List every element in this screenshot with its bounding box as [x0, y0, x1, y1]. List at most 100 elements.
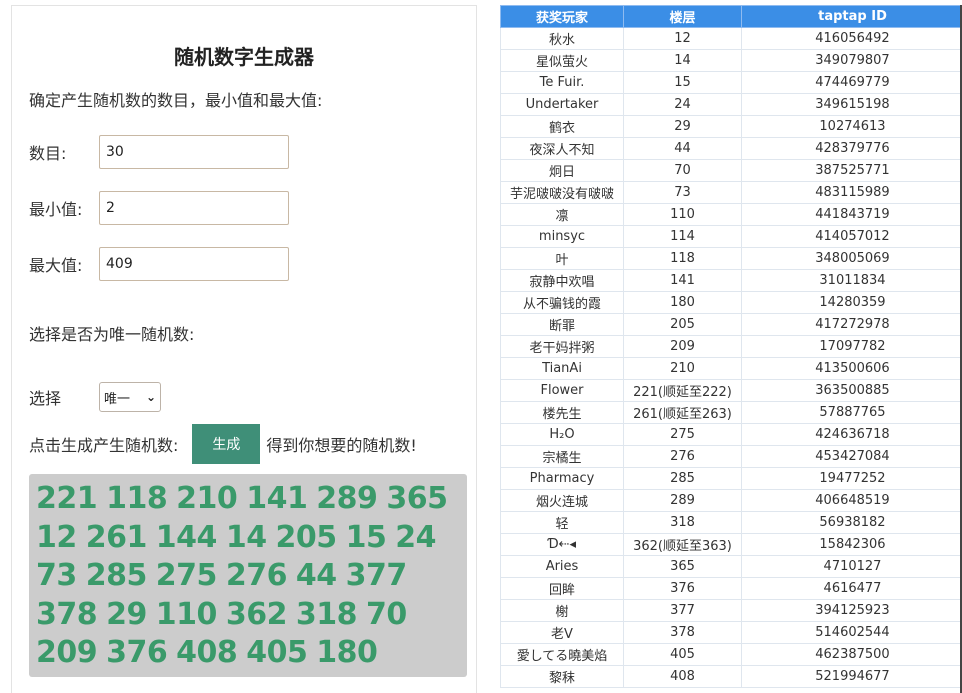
min-input[interactable] — [99, 191, 289, 225]
cell-taptap-id: 349615198 — [741, 93, 962, 116]
unique-select[interactable]: 唯一 ⌄ — [99, 382, 161, 412]
cell-taptap-id: 19477252 — [741, 467, 962, 490]
cell-floor: 24 — [623, 93, 742, 116]
cell-floor: 261(顺延至263) — [623, 401, 742, 424]
cell-taptap-id: 15842306 — [741, 533, 962, 556]
generate-button[interactable]: 生成 — [192, 424, 261, 464]
cell-taptap-id: 416056492 — [741, 27, 962, 50]
cell-player: 烟火连城 — [500, 489, 624, 512]
result-box: 221 118 210 141 289 365 12 261 144 14 20… — [29, 474, 467, 677]
table-row: 老干妈拌粥 209 17097782 — [500, 335, 962, 358]
winners-table: 获奖玩家 楼层 taptap ID 秋水 12 416056492 星似萤火 14 349… — [500, 5, 962, 688]
cell-player: 回眸 — [500, 577, 624, 600]
cell-floor: 70 — [623, 159, 742, 182]
table-row: Pharmacy 285 19477252 — [500, 467, 962, 490]
max-input[interactable] — [99, 247, 289, 281]
cell-floor: 285 — [623, 467, 742, 490]
table-row: 凛 110 441843719 — [500, 203, 962, 226]
table-row: 烟火连城 289 406648519 — [500, 489, 962, 512]
cell-floor: 180 — [623, 291, 742, 314]
cell-player: Flower — [500, 379, 624, 402]
table-row: 星似萤火 14 349079807 — [500, 49, 962, 72]
cell-floor: 73 — [623, 181, 742, 204]
table-row: TianAi 210 413500606 — [500, 357, 962, 380]
cell-taptap-id: 17097782 — [741, 335, 962, 358]
table-row: 回眸 376 4616477 — [500, 577, 962, 600]
cell-floor: 15 — [623, 71, 742, 94]
header-taptap-id: taptap ID — [741, 5, 962, 28]
cell-floor: 209 — [623, 335, 742, 358]
cell-taptap-id: 414057012 — [741, 225, 962, 248]
count-input[interactable] — [99, 135, 289, 169]
cell-floor: 365 — [623, 555, 742, 578]
cell-player: 鹤衣 — [500, 115, 624, 138]
min-row: 最小值: — [29, 191, 289, 225]
table-row: Aries 365 4710127 — [500, 555, 962, 578]
table-row: 愛してる曉美焰 405 462387500 — [500, 643, 962, 666]
table-row: 芋泥啵啵没有啵啵 73 483115989 — [500, 181, 962, 204]
cell-floor: 377 — [623, 599, 742, 622]
table-row: minsyc 114 414057012 — [500, 225, 962, 248]
cell-player: 榭 — [500, 599, 624, 622]
cell-floor: 118 — [623, 247, 742, 270]
cell-player: minsyc — [500, 225, 624, 248]
generator-panel: 随机数字生成器 确定产生随机数的数目，最小值和最大值: 数目: 最小值: 最大值… — [11, 5, 477, 693]
cell-floor: 114 — [623, 225, 742, 248]
cell-taptap-id: 406648519 — [741, 489, 962, 512]
count-label: 数目: — [29, 144, 67, 163]
table-header-row: 获奖玩家 楼层 taptap ID — [500, 5, 962, 28]
table-row: Undertaker 24 349615198 — [500, 93, 962, 116]
select-row: 选择 唯一 ⌄ — [29, 381, 161, 413]
table-row: Ɗ⇠◂ 362(顺延至363) 15842306 — [500, 533, 962, 556]
cell-player: 芋泥啵啵没有啵啵 — [500, 181, 624, 204]
cell-player: 夜深人不知 — [500, 137, 624, 160]
cell-floor: 378 — [623, 621, 742, 644]
generate-prompt: 点击生成产生随机数: — [29, 436, 179, 455]
cell-player: 凛 — [500, 203, 624, 226]
cell-player: TianAi — [500, 357, 624, 380]
table-row: 断罪 205 417272978 — [500, 313, 962, 336]
table-row: H₂O 275 424636718 — [500, 423, 962, 446]
cell-floor: 110 — [623, 203, 742, 226]
cell-floor: 376 — [623, 577, 742, 600]
cell-taptap-id: 31011834 — [741, 269, 962, 292]
cell-taptap-id: 348005069 — [741, 247, 962, 270]
table-row: 寂静中欢唱 141 31011834 — [500, 269, 962, 292]
cell-player: 轻 — [500, 511, 624, 534]
cell-floor: 12 — [623, 27, 742, 50]
cell-taptap-id: 394125923 — [741, 599, 962, 622]
cell-player: 叶 — [500, 247, 624, 270]
cell-taptap-id: 4710127 — [741, 555, 962, 578]
cell-taptap-id: 514602544 — [741, 621, 962, 644]
cell-player: Ɗ⇠◂ — [500, 533, 624, 556]
generate-row: 点击生成产生随机数: 生成 得到你想要的随机数! — [29, 423, 417, 465]
header-player: 获奖玩家 — [500, 5, 624, 28]
cell-floor: 44 — [623, 137, 742, 160]
cell-player: 寂静中欢唱 — [500, 269, 624, 292]
select-label: 选择 — [29, 389, 62, 408]
cell-floor: 408 — [623, 665, 742, 688]
table-row: 轻 318 56938182 — [500, 511, 962, 534]
table-row: 宗橘生 276 453427084 — [500, 445, 962, 468]
generate-hint: 得到你想要的随机数! — [266, 436, 417, 455]
cell-taptap-id: 424636718 — [741, 423, 962, 446]
cell-floor: 29 — [623, 115, 742, 138]
cell-taptap-id: 483115989 — [741, 181, 962, 204]
cell-player: Undertaker — [500, 93, 624, 116]
cell-floor: 275 — [623, 423, 742, 446]
cell-player: 老干妈拌粥 — [500, 335, 624, 358]
result-numbers: 221 118 210 141 289 365 12 261 144 14 20… — [36, 481, 448, 670]
table-row: 从不骗钱的霞 180 14280359 — [500, 291, 962, 314]
table-row: Te Fuir. 15 474469779 — [500, 71, 962, 94]
cell-floor: 14 — [623, 49, 742, 72]
cell-floor: 318 — [623, 511, 742, 534]
unique-select-value: 唯一 — [104, 391, 131, 407]
cell-taptap-id: 441843719 — [741, 203, 962, 226]
max-row: 最大值: — [29, 247, 289, 281]
chevron-down-icon: ⌄ — [145, 390, 156, 404]
cell-player: Aries — [500, 555, 624, 578]
cell-player: 宗橘生 — [500, 445, 624, 468]
cell-floor: 289 — [623, 489, 742, 512]
instruction-text: 确定产生随机数的数目，最小值和最大值: — [29, 91, 323, 110]
cell-taptap-id: 387525771 — [741, 159, 962, 182]
